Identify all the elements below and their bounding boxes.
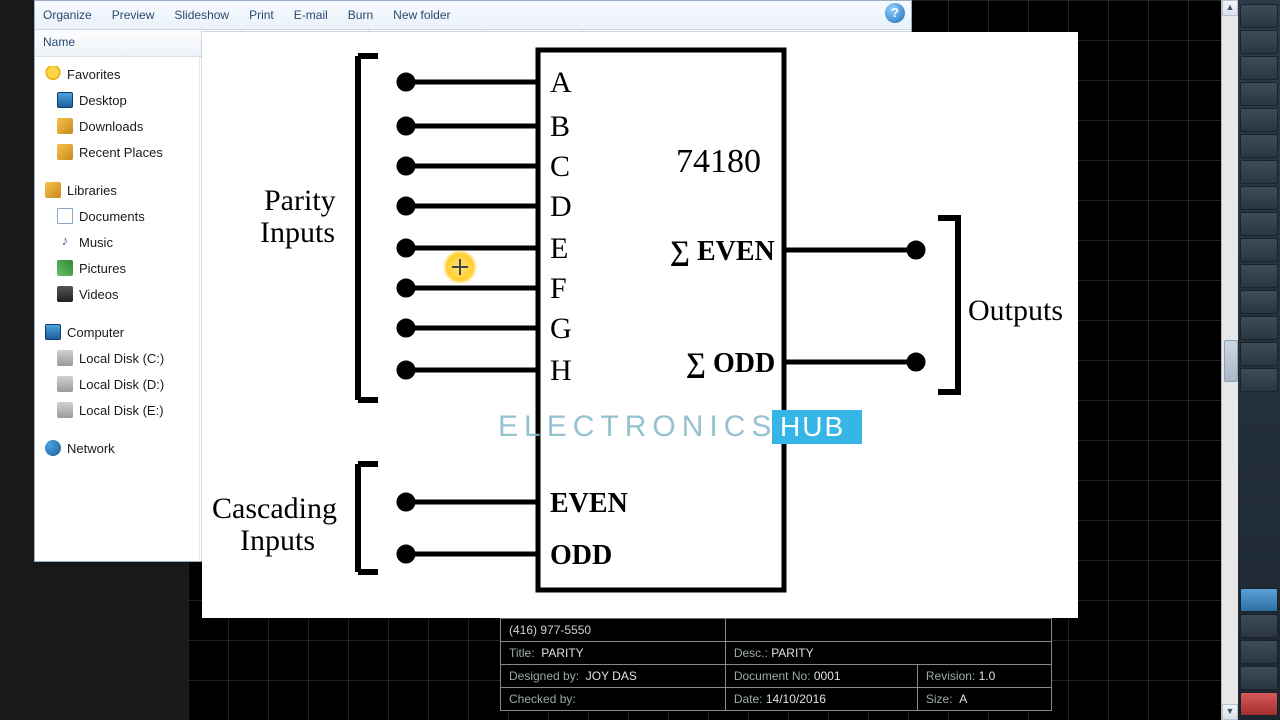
svg-text:EVEN: EVEN bbox=[550, 488, 628, 519]
tool-button[interactable] bbox=[1240, 108, 1278, 132]
nav-downloads[interactable]: Downloads bbox=[35, 113, 199, 139]
svg-text:Outputs: Outputs bbox=[968, 294, 1063, 327]
phone: (416) 977-5550 bbox=[501, 619, 726, 642]
nav-drive-c[interactable]: Local Disk (C:) bbox=[35, 345, 199, 371]
cad-workspace: ▲ ▼ (416) 977-5550 Title: PARITY D bbox=[0, 0, 1280, 720]
nav-pane: Favorites Desktop Downloads Recent Place… bbox=[35, 55, 200, 561]
desktop-icon bbox=[57, 92, 73, 108]
tool-button[interactable] bbox=[1240, 692, 1278, 716]
nav-desktop[interactable]: Desktop bbox=[35, 87, 199, 113]
tool-button[interactable] bbox=[1240, 368, 1278, 392]
slideshow-button[interactable]: Slideshow bbox=[174, 8, 229, 22]
nav-pictures[interactable]: Pictures bbox=[35, 255, 199, 281]
drive-icon bbox=[57, 350, 73, 366]
explorer-toolbar: Organize Preview Slideshow Print E-mail … bbox=[35, 1, 911, 30]
scroll-down-button[interactable]: ▼ bbox=[1222, 704, 1238, 720]
svg-text:H: H bbox=[550, 354, 572, 387]
nav-videos[interactable]: Videos bbox=[35, 281, 199, 307]
preview-button[interactable]: Preview bbox=[112, 8, 155, 22]
nav-computer[interactable]: Computer bbox=[35, 319, 199, 345]
nav-network[interactable]: Network bbox=[35, 435, 199, 461]
svg-text:F: F bbox=[550, 272, 567, 305]
organize-button[interactable]: Organize bbox=[43, 8, 92, 22]
title-block: (416) 977-5550 Title: PARITY Desc.: PARI… bbox=[500, 618, 1052, 716]
drive-icon bbox=[57, 402, 73, 418]
ic-74180-diagram: 74180 A B C D E F bbox=[202, 32, 1078, 618]
tool-button[interactable] bbox=[1240, 316, 1278, 340]
nav-recent[interactable]: Recent Places bbox=[35, 139, 199, 165]
tool-button[interactable] bbox=[1240, 264, 1278, 288]
svg-text:Inputs: Inputs bbox=[240, 524, 315, 557]
tool-button[interactable] bbox=[1240, 56, 1278, 80]
documents-icon bbox=[57, 208, 73, 224]
network-icon bbox=[45, 440, 61, 456]
print-button[interactable]: Print bbox=[249, 8, 274, 22]
libraries-icon bbox=[45, 182, 61, 198]
tool-button[interactable] bbox=[1240, 212, 1278, 236]
svg-text:B: B bbox=[550, 110, 570, 143]
tool-button[interactable] bbox=[1240, 134, 1278, 158]
svg-text:Cascading: Cascading bbox=[212, 492, 337, 525]
tool-button[interactable] bbox=[1240, 238, 1278, 262]
tool-button[interactable] bbox=[1240, 30, 1278, 54]
svg-text:ODD: ODD bbox=[550, 540, 612, 571]
svg-text:HUB: HUB bbox=[780, 411, 845, 442]
tool-button[interactable] bbox=[1240, 82, 1278, 106]
nav-favorites[interactable]: Favorites bbox=[35, 61, 199, 87]
help-icon[interactable]: ? bbox=[885, 3, 905, 23]
recent-icon bbox=[57, 144, 73, 160]
nav-documents[interactable]: Documents bbox=[35, 203, 199, 229]
tool-button[interactable] bbox=[1240, 186, 1278, 210]
computer-icon bbox=[45, 324, 61, 340]
chip-label: 74180 bbox=[676, 143, 761, 180]
scroll-thumb[interactable] bbox=[1224, 340, 1238, 382]
email-button[interactable]: E-mail bbox=[294, 8, 328, 22]
tool-button[interactable] bbox=[1240, 588, 1278, 612]
nav-libraries[interactable]: Libraries bbox=[35, 177, 199, 203]
svg-text:ELECTRONICS: ELECTRONICS bbox=[498, 410, 777, 443]
star-icon bbox=[45, 66, 61, 82]
svg-text:∑ ODD: ∑ ODD bbox=[686, 348, 775, 379]
scroll-up-button[interactable]: ▲ bbox=[1222, 0, 1238, 16]
svg-text:G: G bbox=[550, 312, 572, 345]
tool-button[interactable] bbox=[1240, 160, 1278, 184]
downloads-icon bbox=[57, 118, 73, 134]
svg-text:E: E bbox=[550, 232, 568, 265]
pictures-icon bbox=[57, 260, 73, 276]
drive-icon bbox=[57, 376, 73, 392]
newfolder-button[interactable]: New folder bbox=[393, 8, 450, 22]
tool-rail bbox=[1238, 0, 1280, 720]
videos-icon bbox=[57, 286, 73, 302]
tool-button[interactable] bbox=[1240, 640, 1278, 664]
vertical-scrollbar[interactable]: ▲ ▼ bbox=[1221, 0, 1238, 720]
svg-text:A: A bbox=[550, 66, 572, 99]
svg-text:∑ EVEN: ∑ EVEN bbox=[670, 236, 775, 267]
tool-button[interactable] bbox=[1240, 666, 1278, 690]
burn-button[interactable]: Burn bbox=[348, 8, 373, 22]
tool-button[interactable] bbox=[1240, 4, 1278, 28]
tool-button[interactable] bbox=[1240, 614, 1278, 638]
photo-viewer[interactable]: 74180 A B C D E F bbox=[202, 32, 1078, 618]
svg-text:D: D bbox=[550, 190, 572, 223]
svg-text:Parity: Parity bbox=[264, 184, 336, 217]
tool-button[interactable] bbox=[1240, 290, 1278, 314]
music-icon: ♪ bbox=[57, 234, 73, 250]
nav-drive-d[interactable]: Local Disk (D:) bbox=[35, 371, 199, 397]
nav-drive-e[interactable]: Local Disk (E:) bbox=[35, 397, 199, 423]
svg-text:C: C bbox=[550, 150, 570, 183]
svg-text:Inputs: Inputs bbox=[260, 216, 335, 249]
tool-button[interactable] bbox=[1240, 342, 1278, 366]
nav-music[interactable]: ♪Music bbox=[35, 229, 199, 255]
